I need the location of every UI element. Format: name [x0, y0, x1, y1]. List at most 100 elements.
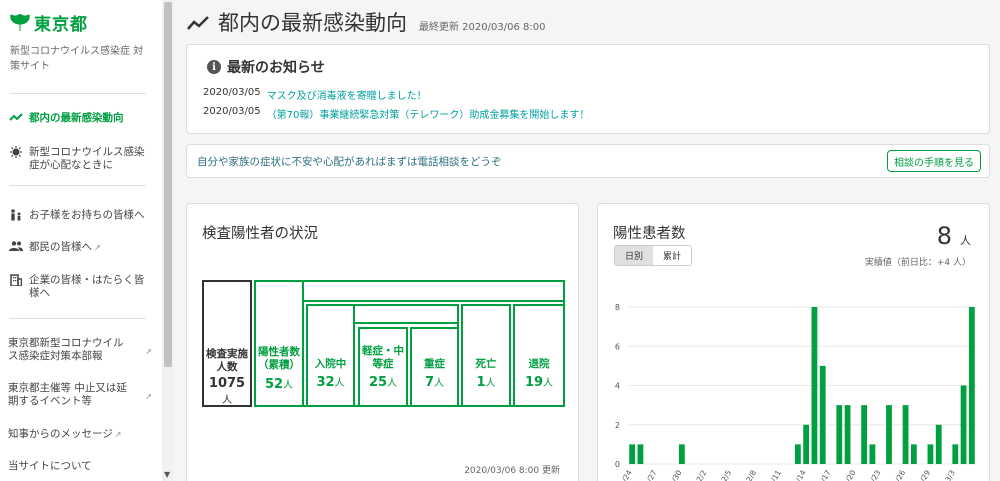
news-card: i 最新のお知らせ 2020/03/05 マスク及び消毒液を寄贈しました！ 20…: [186, 44, 990, 134]
external-link-icon: ↗: [94, 243, 101, 252]
x-tick-label: 2/2: [695, 468, 709, 481]
tested-count-box: 検査実施人数 1075人: [202, 280, 252, 407]
nav-label: 当サイトについて: [8, 460, 92, 472]
tokyo-logo[interactable]: 東京都: [10, 10, 88, 35]
nav-label: お子様をお持ちの皆様へ: [29, 209, 145, 221]
inspection-status-card: 検査陽性者の状況 検査実施人数 1075人 陽性者数（累積） 52人 入院中 3…: [186, 203, 579, 481]
box-label: 入院中: [314, 358, 347, 370]
box-label: 重症: [424, 358, 445, 370]
bar: [637, 444, 644, 464]
divider: [10, 93, 146, 94]
nav-worried[interactable]: 新型コロナウイルス感染症が心配なときに: [8, 146, 148, 172]
discharged-box: 退院 19人: [513, 304, 565, 407]
box-divider: [304, 300, 565, 302]
news-item[interactable]: 2020/03/05 （第70報）事業継続緊急対策（テレワーク）助成金募集を開始…: [203, 106, 589, 121]
x-tick-label: 2/17: [817, 468, 833, 481]
news-item[interactable]: 2020/03/05 マスク及び消毒液を寄贈しました！: [203, 87, 427, 102]
consult-procedure-button[interactable]: 相談の手順を見る: [887, 150, 981, 172]
consult-text[interactable]: 自分や家族の症状に不安や心配があればまずは電話相談をどうぞ: [197, 154, 502, 169]
daily-cumulative-toggle[interactable]: 日別 累計: [614, 245, 693, 266]
box-label: 検査実施人数: [206, 348, 248, 373]
nav-hq-report[interactable]: 東京都新型コロナウイルス感染症対策本部報 ↗: [8, 337, 154, 363]
nav-business[interactable]: 企業の皆様・はたらく皆様へ: [8, 274, 148, 300]
page-title: 都内の最新感染動向: [218, 11, 407, 35]
nav-governor-message[interactable]: 知事からのメッセージ ↗: [8, 428, 148, 441]
scrollbar-thumb[interactable]: [164, 2, 172, 367]
positive-count: 8 人: [937, 222, 971, 250]
bar: [836, 405, 843, 464]
count-unit: 人: [960, 234, 971, 247]
bar: [678, 444, 685, 464]
toggle-daily[interactable]: 日別: [615, 246, 654, 265]
y-tick-label: 8: [615, 303, 620, 312]
nav-about[interactable]: 当サイトについて: [8, 460, 148, 473]
y-tick-label: 2: [615, 421, 620, 430]
positive-daily-chart: 0 2 4 6 8 1/24 1/27 1/30 2/2 2/5 2/8 2/11 2/14 2/17 2/…: [615, 303, 976, 481]
box-label: 軽症・中等症: [362, 345, 404, 370]
news-date: 2020/03/05: [203, 106, 261, 117]
building-icon: [8, 274, 24, 286]
ginkgo-leaf-icon: [10, 13, 30, 31]
bar: [960, 385, 967, 464]
bar: [968, 307, 975, 464]
nav-label: 東京都新型コロナウイルス感染症対策本部報: [8, 337, 124, 362]
toggle-cumulative[interactable]: 累計: [653, 246, 691, 265]
scroll-down-arrow-icon[interactable]: ▼: [164, 470, 170, 479]
bar: [811, 307, 818, 464]
nav-latest-trends[interactable]: 都内の最新感染動向: [8, 112, 148, 125]
nav-label: 東京都主催等 中止又は延期するイベント等: [8, 382, 127, 407]
bar: [844, 405, 851, 464]
sidebar: 東京都 新型コロナウイルス感染症 対策サイト 都内の最新感染動向 新型コロナウイ…: [0, 0, 162, 481]
trend-icon: [187, 16, 209, 30]
x-tick-label: 1/27: [643, 468, 659, 481]
bar: [910, 444, 917, 464]
news-link[interactable]: マスク及び消毒液を寄贈しました！: [267, 87, 427, 102]
count-subtext: 実績値（前日比：+4 人）: [864, 258, 971, 268]
box-value: 25人: [368, 375, 398, 390]
x-tick-label: 2/26: [891, 468, 907, 481]
x-tick-label: 2/20: [841, 468, 857, 481]
box-label: 死亡: [475, 358, 497, 370]
nav-label: 新型コロナウイルス感染症が心配なときに: [29, 146, 145, 171]
death-box: 死亡 1人: [461, 304, 511, 407]
divider: [10, 318, 146, 319]
positive-patients-card: 陽性患者数 8 人 実績値（前日比：+4 人） 日別 累計 0 2 4 6 8 1/24 1…: [597, 203, 990, 481]
severe-box: 重症 7人: [410, 327, 459, 407]
nav-label: 都民の皆様へ: [29, 241, 92, 253]
nav-children[interactable]: お子様をお持ちの皆様へ: [8, 209, 148, 222]
divider: [10, 185, 146, 186]
box-divider: [353, 304, 355, 407]
bar: [794, 444, 801, 464]
nav-events[interactable]: 東京都主催等 中止又は延期するイベント等 ↗: [8, 382, 154, 408]
nav-label: 知事からのメッセージ: [8, 428, 113, 440]
trend-icon: [8, 112, 24, 122]
card-title: 陽性患者数: [613, 226, 686, 242]
info-icon: i: [207, 60, 221, 74]
people-icon: [8, 241, 24, 251]
x-tick-label: 1/24: [618, 468, 634, 481]
sidebar-scrollbar[interactable]: ▼: [162, 0, 174, 481]
x-tick-label: 1/30: [667, 468, 683, 481]
nav-citizens[interactable]: 都民の皆様へ ↗: [8, 241, 148, 254]
x-tick-label: 2/14: [792, 468, 808, 481]
bar: [886, 405, 892, 464]
external-link-icon: ↗: [114, 430, 122, 439]
news-link[interactable]: （第70報）事業継続緊急対策（テレワーク）助成金募集を開始します！: [267, 106, 590, 121]
bar: [902, 405, 909, 464]
last-updated: 最終更新 2020/03/06 8:00: [419, 22, 546, 33]
external-link-icon: ↗: [145, 392, 152, 401]
updated-time: 2020/03/06 8:00 更新: [464, 466, 560, 476]
box-label: 退院: [528, 358, 550, 370]
box-divider: [254, 280, 304, 407]
news-title: i 最新のお知らせ: [207, 57, 325, 77]
nav-label: 都内の最新感染動向: [29, 112, 124, 124]
nav-label: 企業の皆様・はたらく皆様へ: [29, 274, 145, 299]
y-tick-label: 4: [615, 382, 620, 391]
news-title-text: 最新のお知らせ: [227, 60, 325, 76]
bar: [927, 444, 934, 464]
box-value: 1075人: [208, 376, 246, 406]
family-icon: [8, 209, 24, 221]
box-divider: [353, 322, 459, 324]
bar: [803, 424, 810, 464]
news-date: 2020/03/05: [203, 87, 261, 98]
